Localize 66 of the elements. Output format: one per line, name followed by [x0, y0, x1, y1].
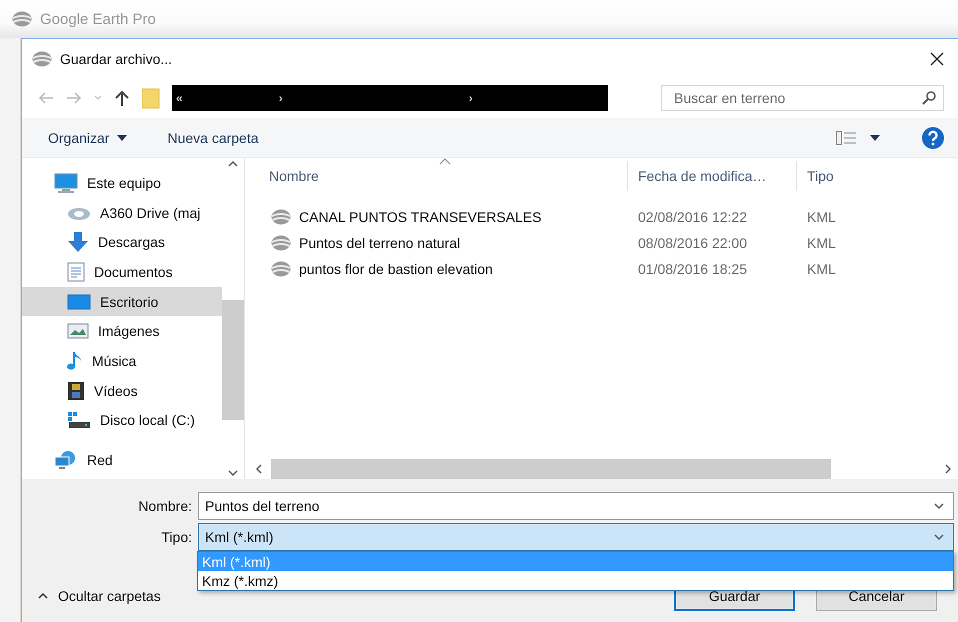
- kml-file-icon: [271, 235, 291, 251]
- nav-pane-item[interactable]: Descargas: [22, 227, 222, 258]
- scrollbar-thumb[interactable]: [271, 459, 831, 479]
- up-button[interactable]: [114, 90, 130, 106]
- file-name[interactable]: puntos flor de bastion elevation: [299, 261, 493, 277]
- search-field[interactable]: Buscar en terreno: [661, 85, 944, 111]
- nav-pane-item[interactable]: Música: [22, 346, 222, 376]
- organize-menu-button[interactable]: Organizar: [48, 130, 128, 146]
- breadcrumb-separator: ›: [468, 91, 473, 105]
- background-window-title: Google Earth Pro: [40, 10, 156, 28]
- folder-icon: [142, 87, 160, 109]
- file-name[interactable]: CANAL PUNTOS TRANSEVERSALES: [299, 209, 542, 225]
- download-icon: [67, 232, 89, 252]
- forward-button[interactable]: [66, 91, 82, 105]
- breadcrumb-separator: ›: [278, 91, 283, 105]
- hide-folders-button[interactable]: Ocultar carpetas: [38, 588, 161, 604]
- kml-file-icon: [271, 209, 291, 225]
- file-type: KML: [806, 235, 836, 251]
- nav-pane-item[interactable]: Red: [22, 445, 222, 475]
- film-icon: [67, 380, 85, 401]
- file-date: 01/08/2016 18:25: [637, 261, 748, 277]
- desktop-icon: [67, 294, 91, 310]
- computer-icon: [54, 172, 78, 193]
- scrollbar-thumb[interactable]: [222, 300, 244, 420]
- type-label: Tipo:: [160, 529, 193, 545]
- nav-pane-item[interactable]: Imágenes: [22, 316, 222, 346]
- chevron-up-icon: [38, 592, 48, 599]
- nav-pane-item[interactable]: Documentos: [22, 257, 222, 287]
- file-type: KML: [806, 209, 836, 225]
- dialog-globe-icon: [32, 50, 52, 66]
- nav-pane-item[interactable]: Disco local (C:): [22, 406, 222, 436]
- network-icon: [54, 450, 78, 470]
- document-icon: [67, 262, 85, 282]
- file-type: KML: [806, 261, 836, 277]
- file-date: 08/08/2016 22:00: [637, 235, 748, 251]
- dialog-title: Guardar archivo...: [60, 50, 174, 66]
- help-icon[interactable]: [922, 126, 944, 148]
- nav-pane-item[interactable]: A360 Drive (maj: [22, 198, 222, 228]
- image-icon: [67, 323, 89, 340]
- view-options-button[interactable]: [836, 130, 882, 144]
- name-label: Nombre:: [137, 498, 193, 514]
- file-name[interactable]: Puntos del terreno natural: [299, 235, 460, 251]
- file-type-dropdown[interactable]: Kml (*.kml): [198, 523, 954, 551]
- breadcrumb-separator: «: [176, 91, 183, 105]
- vertical-scrollbar[interactable]: [222, 158, 244, 479]
- nav-pane-item[interactable]: Vídeos: [22, 376, 222, 406]
- nav-pane-item[interactable]: Este equipo: [22, 168, 222, 198]
- back-button[interactable]: [38, 91, 54, 105]
- app-globe-icon: [12, 11, 32, 27]
- nav-pane-item[interactable]: Escritorio: [22, 286, 222, 316]
- drive-icon: [67, 411, 91, 430]
- close-icon: [930, 52, 944, 66]
- history-dropdown-button[interactable]: [94, 95, 102, 101]
- caret-icon: [117, 134, 128, 140]
- music-icon: [67, 350, 83, 371]
- column-header[interactable]: Tipo: [797, 161, 917, 191]
- file-date: 02/08/2016 12:22: [637, 209, 748, 225]
- search-icon: [922, 91, 936, 105]
- file-name-field[interactable]: Puntos del terreno: [198, 492, 954, 520]
- sort-ascending-icon: [439, 157, 451, 165]
- column-header[interactable]: Nombre: [245, 161, 628, 191]
- kml-file-icon: [271, 261, 291, 277]
- new-folder-button[interactable]: Nueva carpeta: [167, 130, 259, 146]
- dropdown-option[interactable]: Kmz (*.kmz): [198, 571, 953, 590]
- column-header[interactable]: Fecha de modifica…: [628, 161, 797, 191]
- redacted-address-bar[interactable]: « › ›: [172, 85, 608, 111]
